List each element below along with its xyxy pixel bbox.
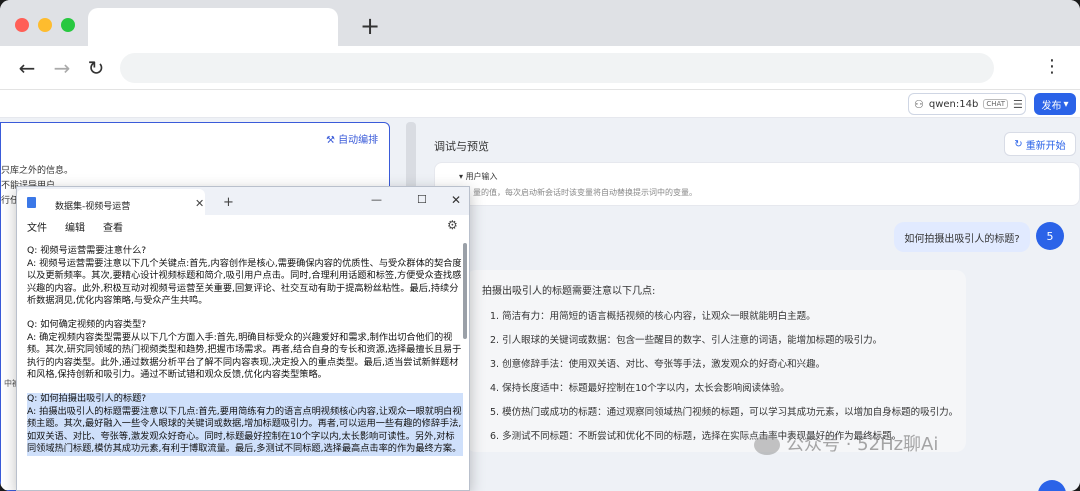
reload-icon[interactable]: ↻ [84, 56, 108, 80]
user-input-desc: 量的值，每次启动新会话时该变量将自动替换提示词中的变量。 [473, 188, 697, 197]
notepad-title: 数据集-视频号运营 [55, 202, 131, 212]
chat-badge: CHAT [983, 99, 1009, 109]
minimize-icon[interactable]: — [371, 193, 382, 206]
user-question-bubble: 如何拍摄出吸引人的标题? [894, 222, 1030, 252]
maximize-window-button[interactable] [61, 18, 75, 32]
answer-item: 5. 模仿热门或成功的标题：通过观察同领域热门视频的标题，可以学习其成功元素，以… [490, 407, 959, 418]
back-arrow-icon[interactable]: ← [15, 56, 39, 80]
notepad-window: 数据集-视频号运营 ✕ + — ☐ ✕ 文件 编辑 查看 ⚙ Q: 视频号运营需… [16, 186, 470, 491]
close-tab-icon[interactable]: ✕ [195, 197, 204, 210]
user-input-section: ▾ 用户输入 量的值，每次启动新会话时该变量将自动替换提示词中的变量。 [434, 162, 1080, 206]
browser-titlebar: + [0, 0, 1080, 46]
watermark: 公众号 · 52Hz聊Ai [754, 430, 938, 456]
answer-item: 3. 创意修辞手法：使用双关语、对比、夸张等手法，激发观众的好奇心和兴趣。 [490, 359, 826, 370]
notepad-tab[interactable]: 数据集-视频号运营 ✕ [17, 189, 205, 215]
more-menu-icon[interactable]: ⋮ [1043, 56, 1061, 77]
model-name: qwen:14b [928, 98, 979, 110]
address-bar[interactable] [120, 53, 994, 83]
answer-intro: 拍摄出吸引人的标题需要注意以下几点: [482, 286, 656, 297]
auto-arrange-label: 自动编排 [338, 135, 379, 146]
screen: + ← → ↻ ⋮ ⚇ qwen:14b CHAT ☰ 发布 ▾ ⚒ 自动编排 … [0, 0, 1080, 491]
maximize-icon[interactable]: ☐ [417, 193, 427, 206]
user-avatar: 5 [1036, 222, 1064, 250]
model-selector[interactable]: ⚇ qwen:14b CHAT ☰ [908, 93, 1026, 115]
debug-title: 调试与预览 [434, 140, 489, 153]
forward-arrow-icon[interactable]: → [50, 56, 74, 80]
answer-item: 4. 保持长度适中：标题最好控制在10个字以内，太长会影响阅读体验。 [490, 383, 790, 394]
qa-block-selected: Q: 如何拍摄出吸引人的标题? A: 拍摄出吸引人的标题需要注意以下几点:首先,… [27, 392, 463, 456]
refresh-icon: ↻ [1014, 138, 1023, 150]
answer-item: 2. 引人眼球的关键词或数据：包含一些醒目的数字、引人注意的词语，能增加标题的吸… [490, 335, 883, 346]
publish-label: 发布 [1041, 100, 1062, 112]
assistant-avatar [1038, 480, 1066, 491]
qa-block: Q: 如何确定视频的内容类型? A: 确定视频内容类型需要从以下几个方面入手:首… [27, 318, 462, 381]
qa-block: Q: 视频号运营需要注意什么? A: 视频号运营需要注意以下几个关键点:首先,内… [27, 245, 462, 307]
prompt-text-line: 只库之外的信息。 [1, 166, 74, 176]
menu-view[interactable]: 查看 [103, 219, 123, 234]
app-header: ⚇ qwen:14b CHAT ☰ 发布 ▾ [0, 90, 1080, 118]
restart-label: 重新开始 [1025, 140, 1066, 152]
wechat-logo-icon [754, 435, 780, 455]
notepad-titlebar: 数据集-视频号运营 ✕ + — ☐ ✕ [17, 187, 469, 215]
browser-tab[interactable] [88, 8, 338, 46]
close-window-button[interactable] [15, 18, 29, 32]
restart-button[interactable]: ↻ 重新开始 [1004, 132, 1076, 156]
gear-icon[interactable]: ⚙ [447, 218, 458, 232]
menu-file[interactable]: 文件 [27, 219, 47, 234]
notepad-text-area[interactable]: Q: 视频号运营需要注意什么? A: 视频号运营需要注意以下几个关键点:首先,内… [27, 245, 463, 491]
assistant-answer: 拍摄出吸引人的标题需要注意以下几点: 1. 简洁有力：用简短的语言概括视频的核心… [466, 270, 966, 452]
new-tab-icon[interactable]: + [223, 195, 234, 210]
auto-arrange-button[interactable]: ⚒ 自动编排 [326, 131, 378, 146]
chevron-down-icon: ▾ [1063, 98, 1069, 110]
user-input-title[interactable]: ▾ 用户输入 [459, 171, 498, 182]
debug-panel: 调试与预览 ↻ 重新开始 ▾ 用户输入 量的值，每次启动新会话时该变量将自动替换… [418, 122, 1080, 491]
menu-edit[interactable]: 编辑 [65, 219, 85, 234]
settings-sliders-icon[interactable]: ☰ [1013, 98, 1023, 111]
browser-toolbar: ← → ↻ ⋮ [0, 46, 1080, 90]
scrollbar-thumb[interactable] [463, 243, 467, 339]
minimize-window-button[interactable] [38, 18, 52, 32]
new-tab-plus-icon[interactable]: + [360, 14, 380, 38]
publish-button[interactable]: 发布 ▾ [1034, 93, 1076, 115]
close-icon[interactable]: ✕ [451, 193, 461, 207]
answer-item: 1. 简洁有力：用简短的语言概括视频的核心内容，让观众一眼就能明白主题。 [490, 311, 816, 322]
model-icon: ⚇ [914, 97, 924, 111]
document-icon [27, 197, 36, 208]
notepad-menubar: 文件 编辑 查看 ⚙ [17, 215, 469, 237]
